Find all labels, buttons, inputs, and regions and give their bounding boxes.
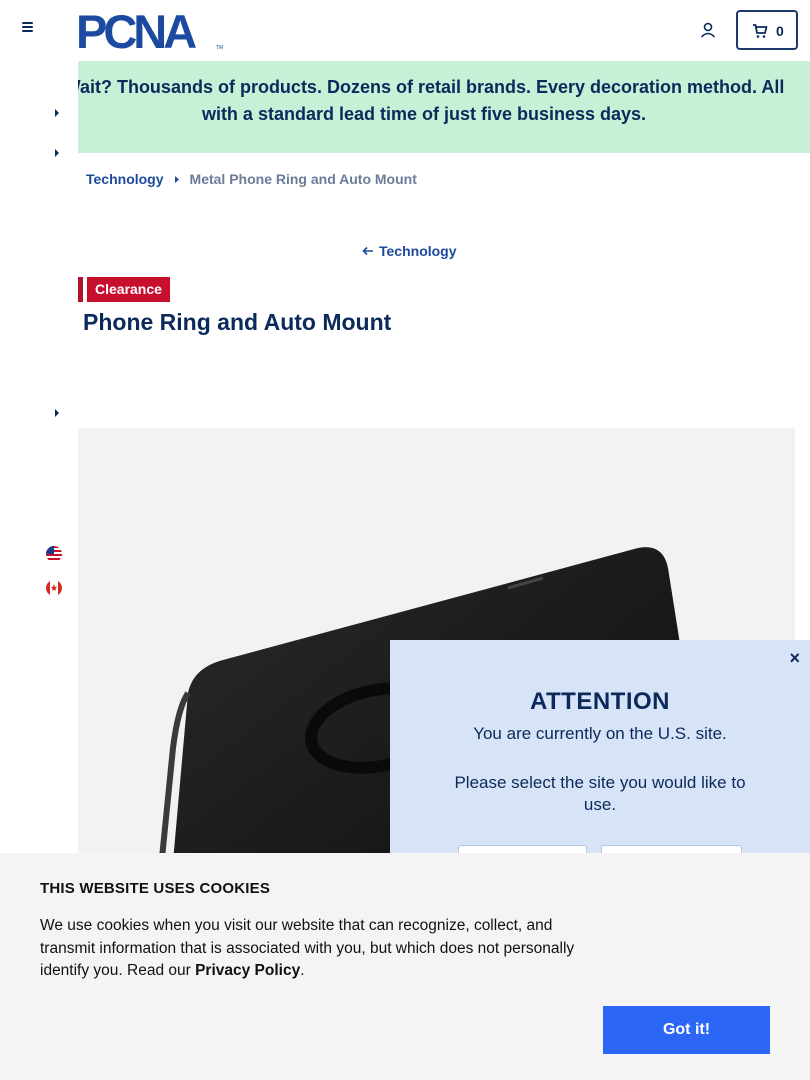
breadcrumb-link[interactable]: Technology (86, 171, 164, 187)
cart-icon (752, 23, 768, 39)
breadcrumb-current: Metal Phone Ring and Auto Mount (189, 171, 417, 187)
clearance-badge-label: Clearance (87, 277, 170, 302)
svg-text:TM: TM (216, 45, 223, 51)
product-title: Phone Ring and Auto Mount (83, 309, 392, 335)
modal-prompt: Please select the site you would like to… (454, 773, 746, 814)
cookie-text-body: We use cookies when you visit our websit… (40, 917, 575, 979)
cookie-text: We use cookies when you visit our websit… (40, 915, 600, 983)
pcna-logo[interactable]: PCNA TM (76, 5, 224, 58)
rail-chevron-right-icon[interactable] (52, 406, 62, 418)
cart-button[interactable]: 0 (736, 10, 798, 50)
site-selection-modal: × ATTENTION You are currently on the U.S… (390, 640, 810, 885)
back-to-category-link[interactable]: Technology (362, 243, 457, 259)
hamburger-menu-icon[interactable] (18, 20, 38, 40)
promo-banner: Wait? Thousands of products. Dozens of r… (78, 61, 810, 153)
account-icon[interactable] (698, 20, 718, 40)
svg-text:PCNA: PCNA (76, 11, 196, 51)
us-flag-icon[interactable] (46, 546, 62, 562)
accept-cookies-button[interactable]: Got it! (603, 1006, 770, 1054)
breadcrumb-separator-icon (174, 175, 179, 183)
privacy-policy-link[interactable]: Privacy Policy (195, 962, 300, 979)
promo-text: Wait? Thousands of products. Dozens of r… (78, 77, 785, 124)
modal-heading: ATTENTION (529, 688, 671, 715)
close-icon[interactable]: × (789, 648, 800, 669)
cart-count: 0 (776, 23, 784, 39)
breadcrumb: Technology Metal Phone Ring and Auto Mou… (86, 171, 417, 187)
cookie-title: THIS WEBSITE USES COOKIES (40, 880, 271, 897)
cookie-banner: THIS WEBSITE USES COOKIES We use cookies… (0, 853, 810, 1080)
cookie-text-end: . (300, 962, 305, 979)
rail-chevron-right-icon[interactable] (52, 146, 62, 158)
back-link-label: Technology (379, 243, 457, 259)
modal-current-site: You are currently on the U.S. site. (473, 724, 727, 743)
canada-flag-icon[interactable] (46, 580, 62, 596)
site-header: PCNA TM 0 (0, 0, 810, 61)
clearance-badge: Clearance (78, 277, 170, 302)
arrow-left-icon (362, 246, 373, 256)
rail-chevron-right-icon[interactable] (52, 106, 62, 118)
